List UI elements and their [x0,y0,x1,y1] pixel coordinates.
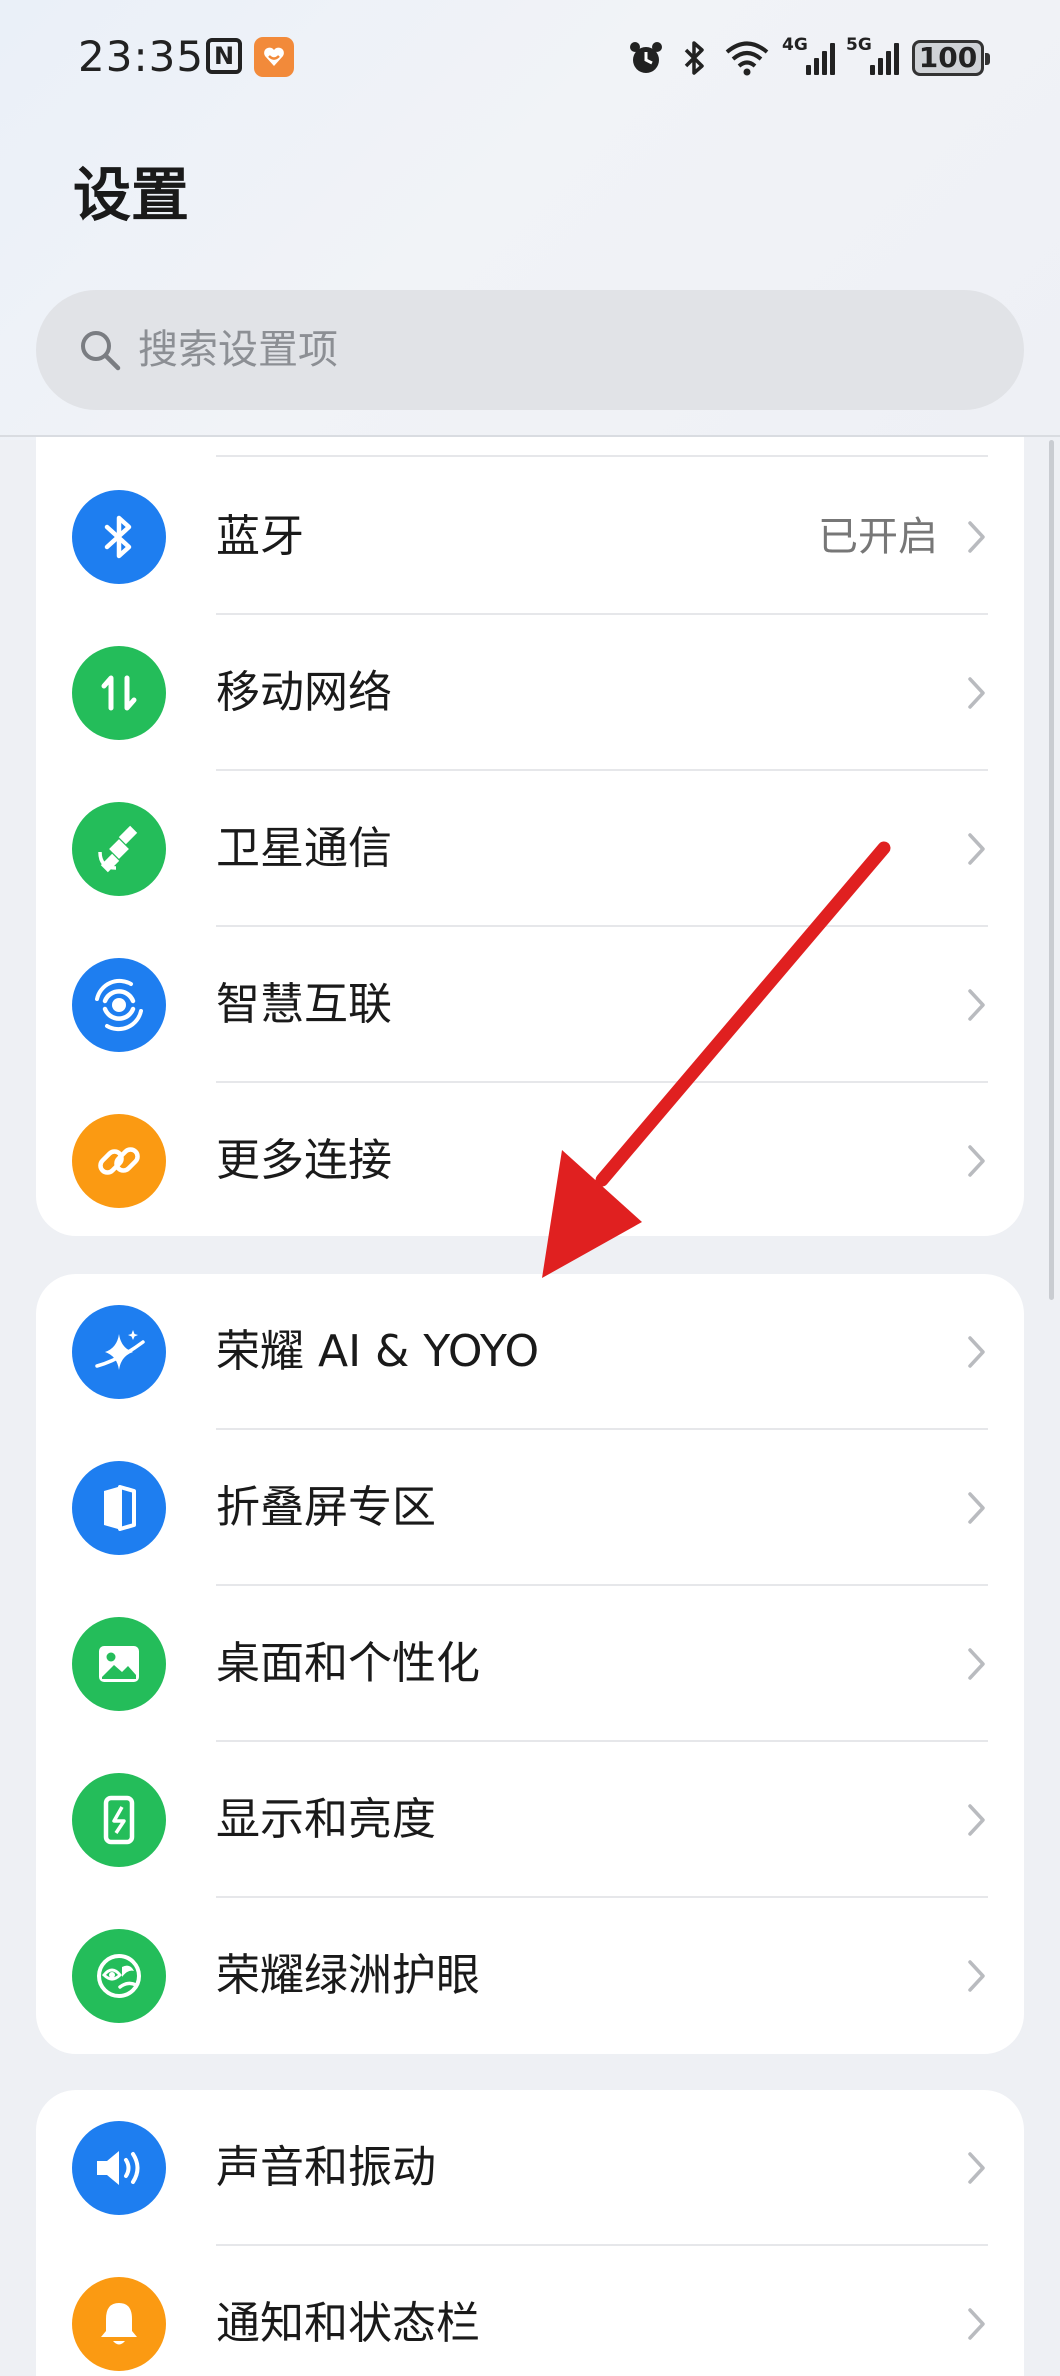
bluetooth-icon [72,490,166,584]
settings-item-label: 通知和状态栏 [216,2298,480,2349]
row-separator [216,455,988,457]
nfc-icon: N [206,38,242,74]
settings-group-ai-display: 荣耀 AI & YOYO 折叠屏专区 桌面和个性化 显示和亮度 荣耀绿洲护眼 [36,1274,1024,2054]
search-icon [81,331,121,371]
signal-5g-icon: 5G [846,35,899,75]
chevron-right-icon [968,521,985,553]
battery-icon: 100 [912,40,990,76]
settings-item-label: 卫星通信 [216,823,392,874]
settings-item-label: 更多连接 [216,1135,392,1186]
mobile-data-icon [72,646,166,740]
settings-item-label: 荣耀绿洲护眼 [216,1950,480,2001]
chevron-right-icon [968,677,985,709]
settings-group-sound-notifications: 声音和振动 通知和状态栏 [36,2090,1024,2376]
settings-item-label: 声音和振动 [216,2142,436,2193]
display-icon [72,1773,166,1867]
settings-item-desktop-personalization[interactable]: 桌面和个性化 [36,1586,1024,1742]
chevron-right-icon [968,1145,985,1177]
page-title: 设置 [73,161,190,229]
chevron-right-icon [968,989,985,1021]
signal-4g-icon: 4G [782,35,835,75]
satellite-icon [72,802,166,896]
settings-item-more-connections[interactable]: 更多连接 [36,1083,1024,1236]
app-notification-icon [254,37,294,77]
eye-care-icon [72,1929,166,2023]
chevron-right-icon [968,1648,985,1680]
settings-item-label: 桌面和个性化 [216,1638,480,1689]
settings-item-label: 智慧互联 [216,979,392,1030]
chevron-right-icon [968,1804,985,1836]
search-input[interactable] [138,290,938,410]
settings-item-bluetooth[interactable]: 蓝牙 已开启 [36,459,1024,615]
bluetooth-status-icon [684,41,704,75]
foldable-icon [72,1461,166,1555]
status-bar: 23:35 N 4G 5G 100 [0,0,1060,118]
settings-item-foldable[interactable]: 折叠屏专区 [36,1430,1024,1586]
speaker-icon [72,2121,166,2215]
signal-5g-label: 5G [846,35,872,55]
alarm-icon [630,42,662,73]
settings-item-satellite[interactable]: 卫星通信 [36,771,1024,927]
signal-4g-label: 4G [782,35,808,55]
settings-item-label: 荣耀 AI & YOYO [216,1326,540,1377]
settings-item-display-brightness[interactable]: 显示和亮度 [36,1742,1024,1898]
settings-item-mobile-network[interactable]: 移动网络 [36,615,1024,771]
settings-item-honor-ai-yoyo[interactable]: 荣耀 AI & YOYO [36,1274,1024,1430]
settings-item-smart-connect[interactable]: 智慧互联 [36,927,1024,1083]
wifi-icon [725,41,769,76]
settings-group-connectivity: 蓝牙 已开启 移动网络 卫星通信 智慧互联 更多连接 [36,437,1024,1236]
settings-item-label: 折叠屏专区 [216,1482,436,1533]
settings-item-eye-care[interactable]: 荣耀绿洲护眼 [36,1898,1024,2054]
settings-item-label: 移动网络 [216,667,392,718]
settings-item-sound-vibration[interactable]: 声音和振动 [36,2090,1024,2246]
status-time: 23:35 [78,32,205,81]
search-bar[interactable] [36,290,1024,410]
settings-item-label: 蓝牙 [216,511,304,562]
settings-item-notifications-status-bar[interactable]: 通知和状态栏 [36,2246,1024,2376]
settings-item-label: 显示和亮度 [216,1794,436,1845]
bluetooth-status-value: 已开启 [818,514,938,560]
chevron-right-icon [968,1492,985,1524]
scrollbar[interactable] [1049,440,1054,1300]
chevron-right-icon [968,833,985,865]
chevron-right-icon [968,1336,985,1368]
bell-icon [72,2277,166,2371]
link-icon [72,1114,166,1208]
chevron-right-icon [968,1960,985,1992]
smart-connect-icon [72,958,166,1052]
chevron-right-icon [968,2308,985,2340]
sparkle-icon [72,1305,166,1399]
image-icon [72,1617,166,1711]
chevron-right-icon [968,2152,985,2184]
